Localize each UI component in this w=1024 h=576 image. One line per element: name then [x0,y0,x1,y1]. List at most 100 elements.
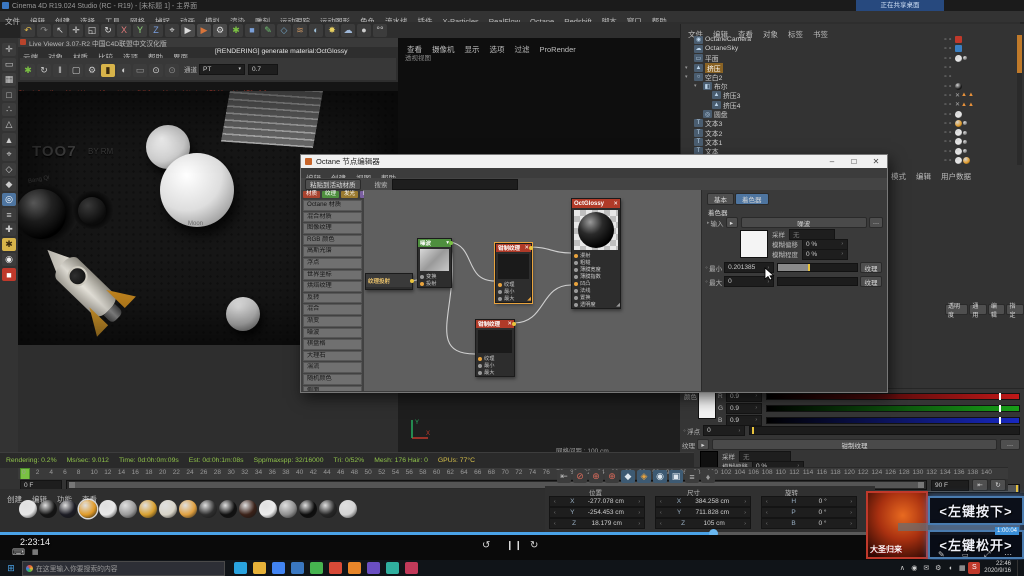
visibility-dots[interactable]: ∘∘ [943,64,953,71]
visibility-dots[interactable]: ∘∘ [943,129,953,136]
object-tag[interactable] [955,129,962,136]
channel-gradient-slider[interactable] [766,393,1020,400]
film-icon[interactable]: ▭ [133,64,147,77]
pause-icon[interactable]: ❙❙ [506,540,523,551]
input-thumbnail[interactable] [740,230,768,258]
taskbar-app[interactable] [272,562,285,574]
node-type-item[interactable]: 侧面 [303,386,362,392]
render-picture-icon[interactable]: ▶ [197,24,211,37]
visibility-dots[interactable]: ∘∘ [943,111,953,118]
keyboard-icon[interactable]: ⌨ [12,547,25,558]
visibility-dots[interactable]: ∘∘ [943,73,953,80]
node-type-item[interactable]: 反转 [303,293,362,304]
node-port[interactable]: 薄膜宽度 [572,266,620,273]
list-icon[interactable]: ≡ [2,208,16,221]
tray-icon[interactable]: ◖ [944,562,956,574]
blur-scale-field[interactable]: 0 %› [802,249,848,260]
tray-s-badge[interactable]: S [968,562,980,574]
object-tag[interactable] [955,55,962,62]
node-type-item[interactable]: 烘焙纹理 [303,281,362,292]
replay-icon[interactable]: ↺ [482,540,490,551]
visibility-dots[interactable]: ∘∘ [943,138,953,145]
render-settings-icon[interactable]: ⚙ [213,24,227,37]
model-mode-icon[interactable]: ▭ [2,58,16,71]
channel-gradient-slider[interactable] [766,405,1020,412]
taskbar-app[interactable] [253,562,266,574]
material-swatch[interactable] [99,500,117,518]
maximize-button[interactable]: ☐ [843,158,865,166]
tray-icon[interactable]: ▦ [956,562,968,574]
coord-field[interactable]: ‹Z18.179 cm› [549,518,645,529]
plus-icon[interactable]: ✚ [2,223,16,236]
node-type-item[interactable]: 图像纹理 [303,223,362,234]
exposure-field[interactable]: 0.7 [248,64,278,75]
kernel-select[interactable]: PT▾ [199,64,245,75]
key-scale-icon[interactable]: ⊕ [605,470,619,483]
texture-expand-button[interactable]: ▸ [697,439,709,450]
snap-icon[interactable]: ◇ [2,163,16,176]
taskbar-app[interactable] [329,562,342,574]
material-swatch[interactable] [199,500,217,518]
object-row[interactable]: ▲挤压3∘∘✕▲▲ [681,91,1015,100]
material-swatch[interactable] [339,500,357,518]
texture-link[interactable]: 钳制纹理 [712,439,997,450]
object-row[interactable]: ▾○空白2∘∘ [681,72,1015,81]
menu-item[interactable]: 过滤 [510,44,535,55]
node-noise[interactable]: 噪波▾ 变换投射 [417,238,452,288]
input-expand-button[interactable]: ▸ [726,217,738,228]
object-row[interactable]: T文本1∘∘ [681,137,1015,146]
node-port[interactable]: 粗糙 [572,259,620,266]
float-field[interactable]: 0› [703,425,745,436]
scale-icon[interactable]: ◱ [85,24,99,37]
object-row[interactable]: ◎圆盘∘∘ [681,109,1015,118]
node-type-item[interactable]: 混合材质 [303,212,362,223]
coord-field[interactable]: ‹H0 °› [761,496,857,507]
node-projection[interactable]: 纹理投射 [365,273,413,290]
tab-shader[interactable]: 着色器 [735,193,769,205]
fullscreen-icon[interactable]: ⤢ [984,550,990,560]
node-port[interactable]: 透明度 [572,301,620,308]
float-slider[interactable] [749,426,1020,435]
object-row[interactable]: ▭平面∘∘ [681,54,1015,63]
output-port[interactable] [529,246,533,250]
node-port[interactable]: 凹凸 [572,280,620,287]
coord-field[interactable]: ‹Z105 cm› [655,518,751,529]
flower-icon[interactable]: ✱ [2,238,16,251]
refresh-icon[interactable]: ✱ [21,64,35,77]
magnet-icon[interactable]: ◆ [2,178,16,191]
node-port[interactable]: 最大 [496,295,531,302]
menu-item[interactable]: 模式 [886,171,911,182]
goto-start-icon[interactable]: ⇤ [557,470,571,483]
taskbar-app[interactable] [291,562,304,574]
object-tag[interactable] [963,131,967,135]
minimize-button[interactable]: – [821,157,843,166]
taskbar-search[interactable]: 在这里输入你要搜索的内容 [22,561,225,576]
points-mode-icon[interactable]: ∴ [2,103,16,116]
max-slider[interactable] [777,277,858,286]
taskbar-app[interactable] [405,562,418,574]
node-port[interactable]: 漫射 [572,252,620,259]
object-tag[interactable] [963,157,970,164]
tab-basic[interactable]: 基本 [707,193,734,205]
axis-mode-icon[interactable]: ⌖ [2,148,16,161]
node-canvas[interactable]: 纹理投射 噪波▾ 变换投射 钳制纹理✕ 纹理最小最大 ◢ 钳制纹理✕ [364,190,701,391]
object-row[interactable]: ▲挤压4∘∘✕▲▲ [681,100,1015,109]
node-type-item[interactable]: 高斯光谱 [303,246,362,257]
menu-item[interactable]: 用户数据 [936,171,976,182]
node-port[interactable]: 法线 [572,287,620,294]
key-position-icon[interactable]: ⊕ [589,470,603,483]
search-input[interactable] [392,179,518,190]
object-tag[interactable] [955,148,962,155]
pick-focus-icon[interactable]: ⊙ [165,64,179,77]
convert-icon[interactable]: ✛ [2,43,16,56]
marker-icon[interactable]: ♦ [701,470,715,483]
material-swatch[interactable] [119,500,137,518]
node-port[interactable]: 纹理 [476,355,514,362]
deformer-icon[interactable]: ≋ [293,24,307,37]
texture-browse-button[interactable]: … [1000,439,1020,450]
tray-icon[interactable]: ∧ [896,562,908,574]
texture-mode-icon[interactable]: ▦ [2,73,16,86]
edges-mode-icon[interactable]: △ [2,118,16,131]
visibility-dots[interactable]: ∘∘ [943,55,953,62]
max-texture-button[interactable]: 纹理 [860,276,882,287]
